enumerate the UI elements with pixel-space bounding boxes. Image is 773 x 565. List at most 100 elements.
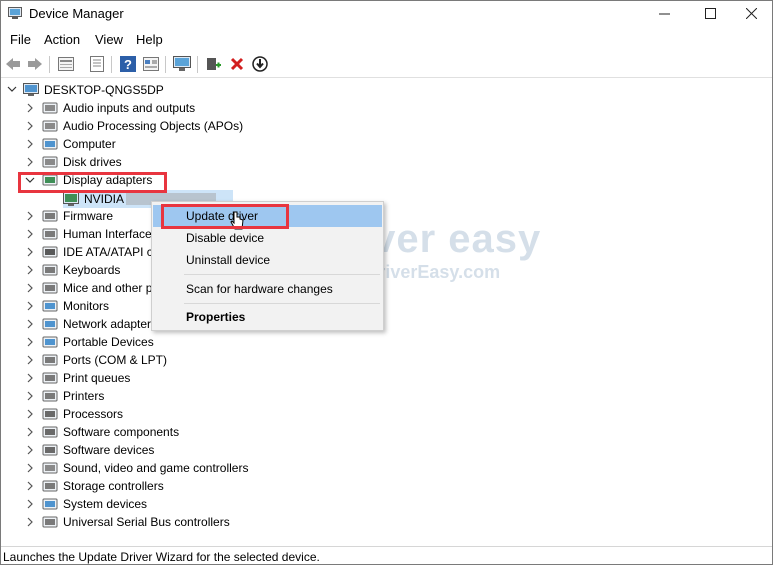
tree-category-label: System devices bbox=[63, 497, 148, 511]
menu-separator bbox=[184, 303, 380, 304]
expand-chevron-icon[interactable] bbox=[25, 283, 35, 293]
display-adapter-icon bbox=[63, 192, 79, 206]
tree-category-label: Human Interface bbox=[63, 227, 152, 241]
tree-category[interactable]: Software devices bbox=[42, 441, 154, 459]
tree-category[interactable]: Universal Serial Bus controllers bbox=[42, 513, 230, 531]
firmware-icon bbox=[42, 210, 58, 222]
expand-chevron-icon[interactable] bbox=[25, 391, 35, 401]
tree-category[interactable]: Processors bbox=[42, 405, 123, 423]
tree-category-label: Printers bbox=[63, 389, 105, 403]
port-icon bbox=[42, 354, 58, 366]
software-component-icon bbox=[42, 426, 58, 438]
expand-chevron-icon[interactable] bbox=[25, 409, 35, 419]
expand-chevron-icon[interactable] bbox=[25, 499, 35, 509]
help-button[interactable]: ? bbox=[119, 55, 137, 73]
expand-chevron-icon[interactable] bbox=[25, 211, 35, 221]
expand-chevron-icon[interactable] bbox=[25, 121, 35, 131]
tree-category[interactable]: Storage controllers bbox=[42, 477, 164, 495]
tree-category-label: Universal Serial Bus controllers bbox=[63, 515, 230, 529]
scan-hardware-button[interactable] bbox=[173, 55, 191, 73]
expand-chevron-icon[interactable] bbox=[25, 481, 35, 491]
tree-category[interactable]: Audio inputs and outputs bbox=[42, 99, 195, 117]
tree-category[interactable]: Disk drives bbox=[42, 153, 122, 171]
toolbar: ? bbox=[1, 52, 772, 78]
tree-category-label: Processors bbox=[63, 407, 124, 421]
collapse-chevron-icon[interactable] bbox=[7, 84, 17, 94]
speaker-icon bbox=[42, 120, 58, 132]
menu-properties[interactable]: Properties bbox=[153, 306, 382, 328]
forward-button[interactable] bbox=[26, 55, 44, 73]
tree-category-label: Monitors bbox=[63, 299, 110, 313]
printer-icon bbox=[42, 390, 58, 402]
tree-category-label: Print queues bbox=[63, 371, 131, 385]
tree-root[interactable]: DESKTOP-QNGS5DP bbox=[23, 81, 164, 99]
expand-chevron-icon[interactable] bbox=[25, 247, 35, 257]
properties-icon bbox=[58, 57, 74, 71]
tree-category[interactable]: Print queues bbox=[42, 369, 130, 387]
tree-category[interactable]: Mice and other p bbox=[42, 279, 152, 297]
properties-button[interactable] bbox=[57, 55, 75, 73]
tree-category[interactable]: System devices bbox=[42, 495, 147, 513]
menu-view[interactable]: View bbox=[95, 32, 123, 47]
tree-category-label: Portable Devices bbox=[63, 335, 154, 349]
device-nvidia-label: NVIDIA bbox=[84, 192, 125, 206]
tree-category[interactable]: Firmware bbox=[42, 207, 113, 225]
expand-chevron-icon[interactable] bbox=[25, 445, 35, 455]
speaker-icon bbox=[42, 102, 58, 114]
menu-file[interactable]: File bbox=[10, 32, 31, 47]
expand-chevron-icon[interactable] bbox=[25, 337, 35, 347]
expand-chevron-icon[interactable] bbox=[25, 265, 35, 275]
menu-uninstall-device[interactable]: Uninstall device bbox=[153, 249, 382, 271]
expand-chevron-icon[interactable] bbox=[25, 103, 35, 113]
expand-chevron-icon[interactable] bbox=[25, 139, 35, 149]
tree-category[interactable]: Ports (COM & LPT) bbox=[42, 351, 167, 369]
rollback-button[interactable] bbox=[251, 55, 269, 73]
expand-chevron-icon[interactable] bbox=[25, 463, 35, 473]
expand-chevron-icon[interactable] bbox=[25, 229, 35, 239]
expand-chevron-icon[interactable] bbox=[25, 157, 35, 167]
expand-chevron-icon[interactable] bbox=[25, 373, 35, 383]
tree-category[interactable]: Human Interface bbox=[42, 225, 152, 243]
software-device-icon bbox=[42, 444, 58, 456]
tree-category[interactable]: Network adapter bbox=[42, 315, 151, 333]
tree-category[interactable]: Software components bbox=[42, 423, 179, 441]
storage-controller-icon bbox=[42, 480, 58, 492]
menu-disable-device[interactable]: Disable device bbox=[153, 227, 382, 249]
tree-category[interactable]: Sound, video and game controllers bbox=[42, 459, 248, 477]
print-queue-icon bbox=[42, 372, 58, 384]
tree-category[interactable]: Keyboards bbox=[42, 261, 120, 279]
expand-chevron-icon[interactable] bbox=[25, 427, 35, 437]
menu-disable-device-label: Disable device bbox=[186, 231, 265, 245]
tree-category[interactable]: Portable Devices bbox=[42, 333, 154, 351]
menu-help[interactable]: Help bbox=[136, 32, 163, 47]
menu-properties-label: Properties bbox=[186, 310, 246, 324]
toolbar-separator bbox=[197, 56, 198, 73]
forward-arrow-icon bbox=[28, 58, 42, 70]
tree-category[interactable]: Audio Processing Objects (APOs) bbox=[42, 117, 243, 135]
maximize-button[interactable] bbox=[687, 1, 733, 26]
tree-category[interactable]: Monitors bbox=[42, 297, 109, 315]
list-view-button[interactable] bbox=[88, 55, 106, 73]
expand-chevron-icon[interactable] bbox=[25, 301, 35, 311]
expand-chevron-icon[interactable] bbox=[25, 517, 35, 527]
tree-category[interactable]: Printers bbox=[42, 387, 104, 405]
portable-device-icon bbox=[42, 336, 58, 348]
tree-category-label: Software devices bbox=[63, 443, 155, 457]
grid-view-button[interactable] bbox=[142, 55, 160, 73]
tree-category[interactable]: Computer bbox=[42, 135, 116, 153]
expand-chevron-icon[interactable] bbox=[25, 319, 35, 329]
menu-scan-hardware[interactable]: Scan for hardware changes bbox=[153, 278, 382, 300]
update-driver-button[interactable] bbox=[205, 55, 223, 73]
menu-action[interactable]: Action bbox=[44, 32, 80, 47]
close-button[interactable] bbox=[728, 1, 772, 26]
device-tree: DESKTOP-QNGS5DP Audio inputs and outputs… bbox=[1, 80, 772, 546]
tree-category[interactable]: IDE ATA/ATAPI co bbox=[42, 243, 159, 261]
tree-category-label: Storage controllers bbox=[63, 479, 164, 493]
minimize-button[interactable] bbox=[641, 1, 687, 26]
tree-category-label: Keyboards bbox=[63, 263, 121, 277]
sound-icon bbox=[42, 462, 58, 474]
uninstall-button[interactable] bbox=[228, 55, 246, 73]
tree-category-label: Sound, video and game controllers bbox=[63, 461, 249, 475]
expand-chevron-icon[interactable] bbox=[25, 355, 35, 365]
back-button[interactable] bbox=[4, 55, 22, 73]
